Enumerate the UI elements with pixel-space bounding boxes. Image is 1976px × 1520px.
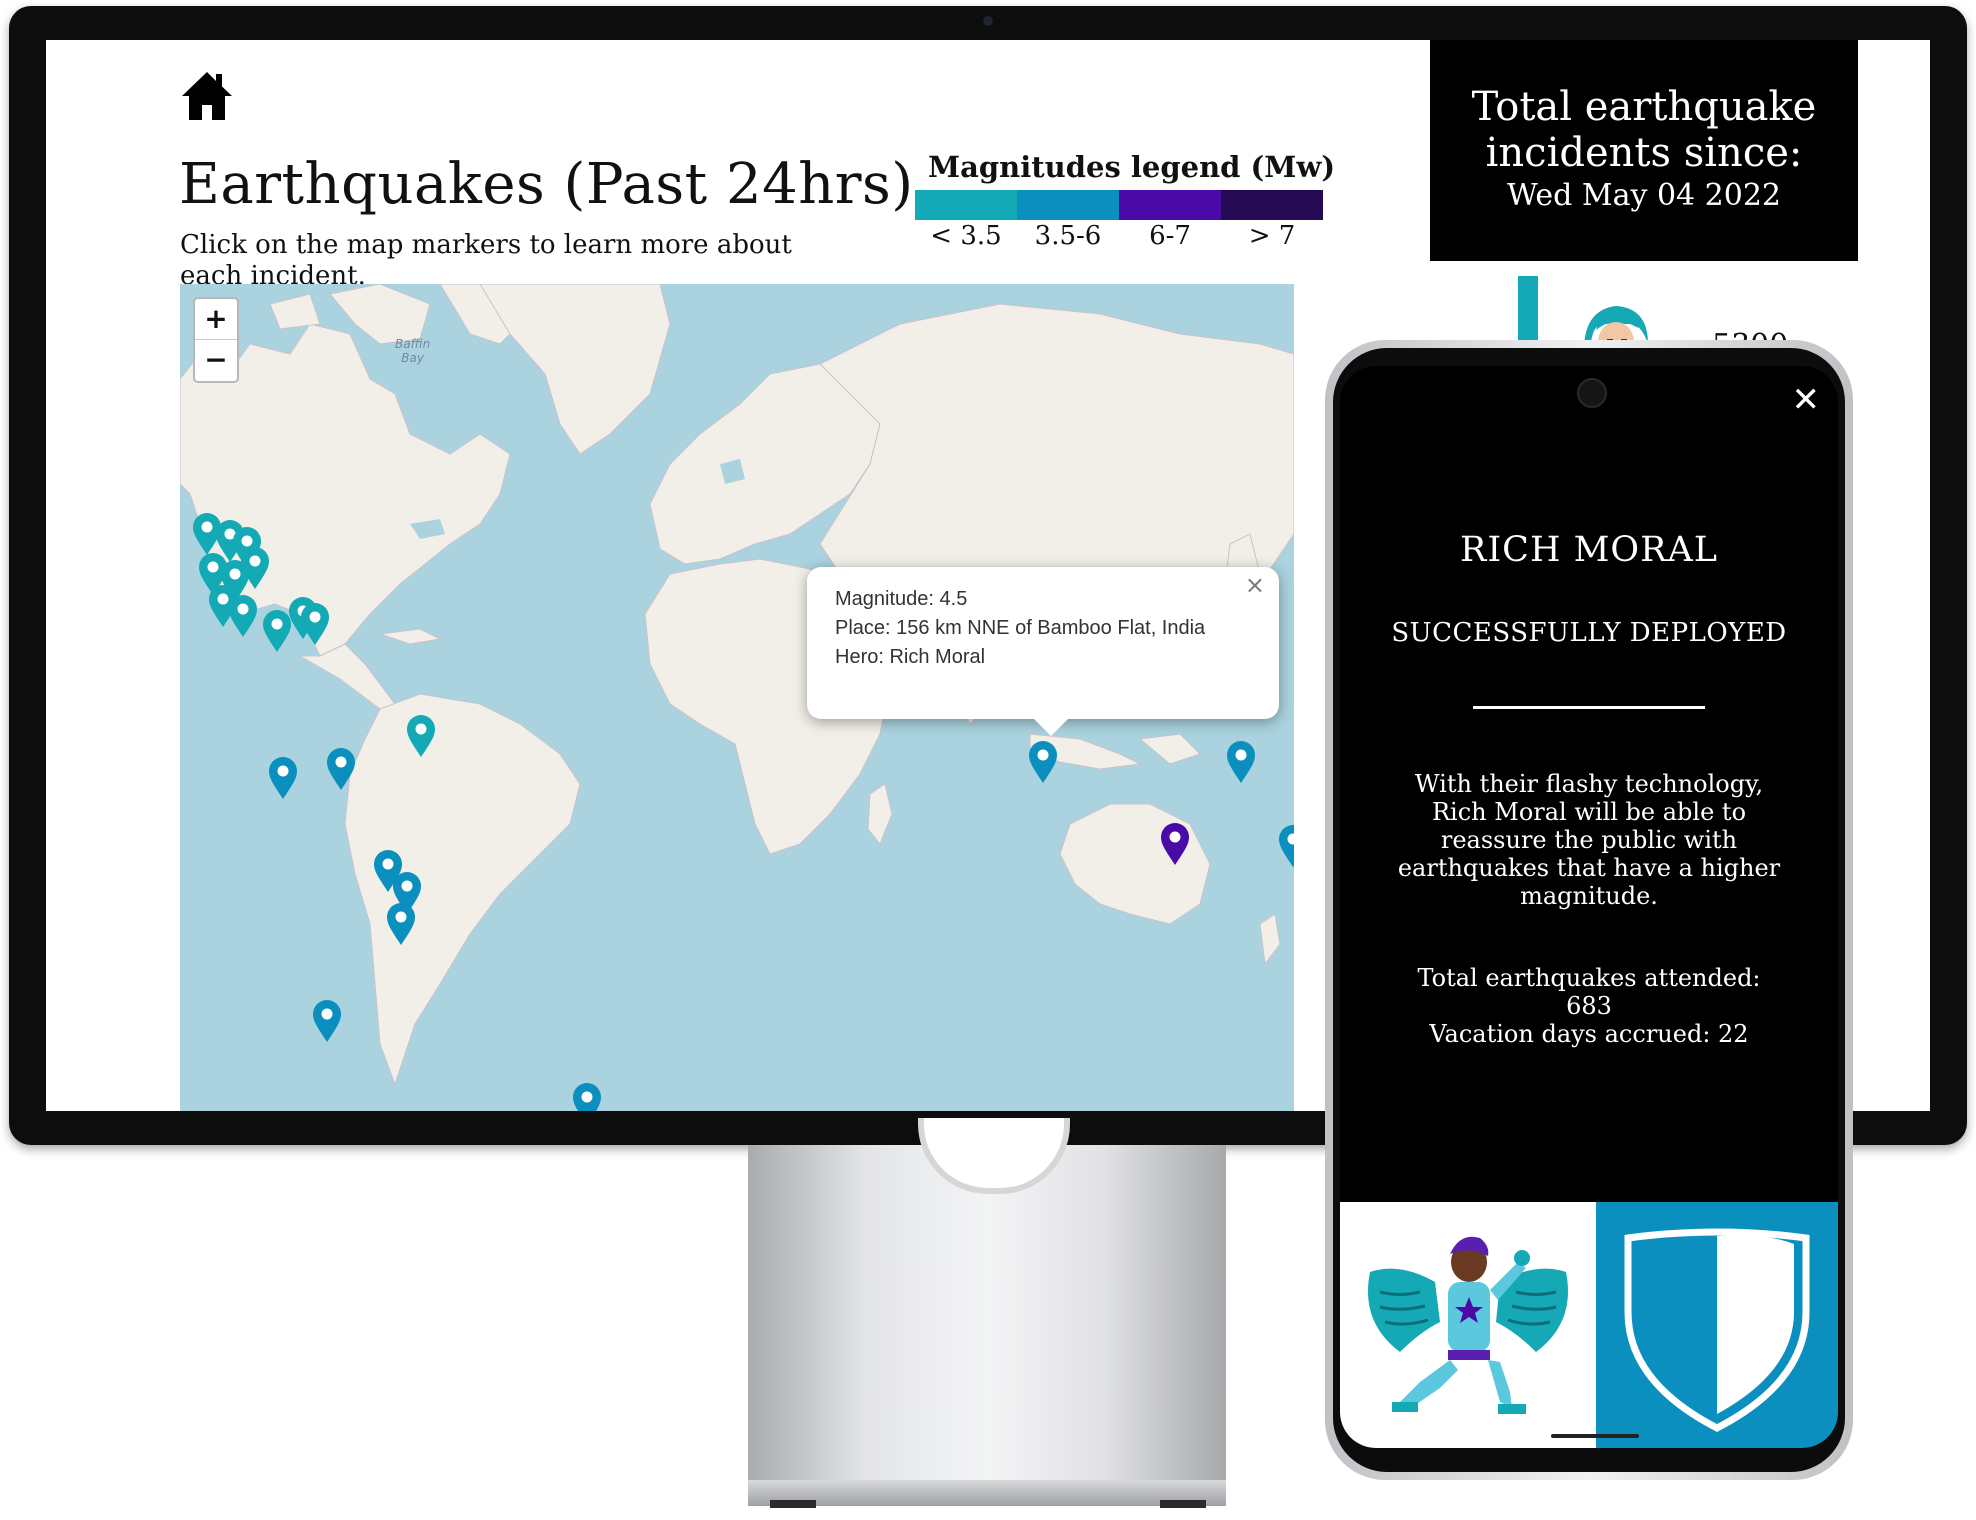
close-icon[interactable]: ✕: [1792, 380, 1821, 420]
hero-stats: Total earthquakes attended: 683 Vacation…: [1370, 964, 1808, 1048]
zoom-in-button[interactable]: +: [195, 299, 237, 340]
stand-foot: [1160, 1500, 1206, 1508]
stand-foot: [770, 1500, 816, 1508]
legend-label: < 3.5: [930, 221, 1002, 251]
shield-tile: [1596, 1202, 1838, 1448]
incident-counter-box: Total earthquake incidents since: Wed Ma…: [1430, 40, 1858, 261]
map-marker-icon[interactable]: [406, 714, 436, 758]
legend-label: 6-7: [1149, 221, 1191, 251]
legend-swatch: [1017, 190, 1119, 220]
hero-illustration-tile: [1340, 1202, 1596, 1448]
popup-place: Place: 156 km NNE of Bamboo Flat, India: [835, 617, 1206, 639]
zoom-control: + −: [193, 297, 239, 383]
legend-title: Magnitudes legend (Mw): [928, 150, 1336, 184]
counter-heading-line1: Total earthquake: [1471, 84, 1817, 130]
phone-screen: ✕ RICH MORAL SUCCESSFULLY DEPLOYED With …: [1340, 366, 1838, 1448]
total-attended-label: Total earthquakes attended:: [1417, 964, 1761, 992]
bay-label: Baffin Bay: [395, 337, 430, 365]
popup-content: Magnitude: 4.5 Place: 156 km NNE of Bamb…: [835, 585, 1235, 672]
marker-popup: × Magnitude: 4.5 Place: 156 km NNE of Ba…: [807, 567, 1279, 719]
map-marker-icon[interactable]: [300, 602, 330, 646]
home-icon[interactable]: [180, 68, 234, 122]
page-subtitle: Click on the map markers to learn more a…: [180, 230, 792, 291]
page-title: Earthquakes (Past 24hrs): [179, 152, 914, 217]
bay-label-line2: Bay: [401, 351, 424, 365]
legend-label: > 7: [1248, 221, 1296, 251]
hero-name: RICH MORAL: [1459, 530, 1718, 570]
counter-date: Wed May 04 2022: [1506, 178, 1782, 213]
map-marker-icon[interactable]: [268, 756, 298, 800]
legend-swatch: [915, 190, 1017, 220]
superhero-icon: [1368, 1236, 1568, 1414]
earthquake-map[interactable]: Baffin Bay + − × Magnitude: 4.5 Place: 1…: [180, 284, 1294, 1111]
map-marker-icon[interactable]: [240, 546, 270, 590]
map-marker-icon[interactable]: [1278, 824, 1294, 868]
legend-label: 3.5-6: [1034, 221, 1102, 251]
map-marker-icon[interactable]: [312, 999, 342, 1043]
divider: [1473, 706, 1705, 709]
popup-magnitude: Magnitude: 4.5: [835, 588, 968, 610]
map-marker-icon[interactable]: [1160, 822, 1190, 866]
counter-heading: Total earthquake incidents since:: [1430, 84, 1858, 176]
counter-heading-line2: incidents since:: [1485, 130, 1803, 176]
map-marker-icon[interactable]: [228, 594, 258, 638]
map-marker-icon[interactable]: [326, 747, 356, 791]
monitor-stand-base: [748, 1480, 1226, 1506]
map-marker-icon[interactable]: [1028, 740, 1058, 784]
hero-description: With their flashy technology, Rich Moral…: [1397, 770, 1781, 910]
legend-color-bar: [915, 190, 1323, 220]
map-marker-icon[interactable]: [572, 1082, 602, 1111]
monitor-camera: [983, 16, 993, 26]
legend-swatch: [1221, 190, 1323, 220]
total-attended-value: 683: [1566, 992, 1612, 1020]
map-marker-icon[interactable]: [1226, 740, 1256, 784]
monitor-stand: [748, 1145, 1226, 1480]
home-indicator[interactable]: [1551, 1434, 1639, 1438]
phone-camera: [1577, 378, 1607, 408]
legend-swatch: [1119, 190, 1221, 220]
popup-close-button[interactable]: ×: [1245, 571, 1265, 600]
bay-label-line1: Baffin: [395, 337, 431, 351]
map-marker-icon[interactable]: [386, 902, 416, 946]
vacation-days: Vacation days accrued: 22: [1429, 1020, 1749, 1048]
shield-icon: [1624, 1228, 1810, 1432]
popup-hero: Hero: Rich Moral: [835, 646, 986, 668]
deployment-status: SUCCESSFULLY DEPLOYED: [1391, 618, 1787, 648]
legend-labels: < 3.5 3.5-6 6-7 > 7: [915, 221, 1323, 251]
zoom-out-button[interactable]: −: [195, 340, 237, 380]
popup-tip: [1033, 718, 1069, 736]
